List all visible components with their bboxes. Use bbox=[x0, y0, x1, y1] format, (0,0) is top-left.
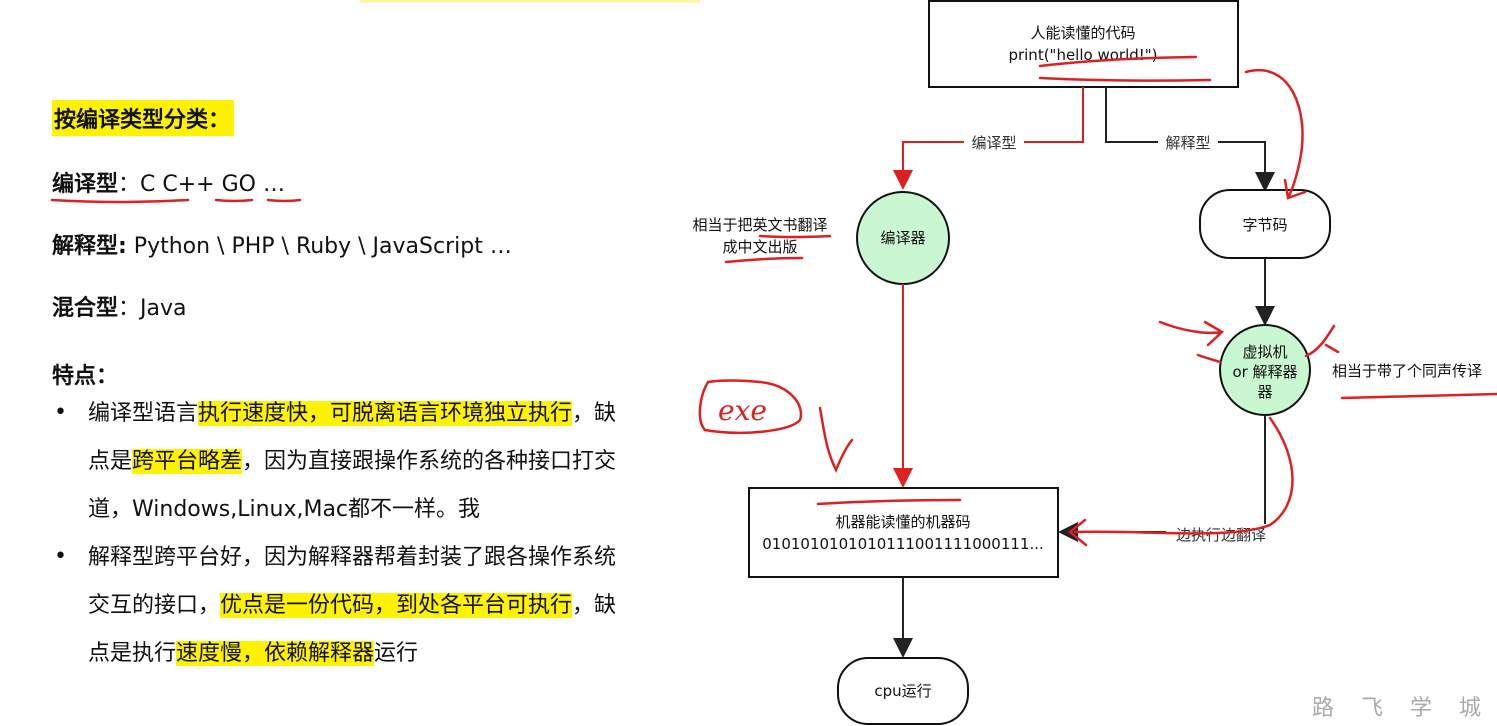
underline-compiled bbox=[50, 198, 190, 204]
check-machine-code bbox=[818, 406, 854, 474]
machine-code-title: 机器能读懂的机器码 bbox=[835, 513, 970, 531]
underline-compiler-note-1 bbox=[758, 234, 832, 239]
compiler-note-1: 相当于把英文书翻译 bbox=[692, 216, 827, 234]
watermark: 路 飞 学 城 bbox=[1312, 696, 1491, 721]
edge-compile-label: 编译型 bbox=[971, 134, 1016, 152]
handwritten-exe: exe bbox=[718, 394, 767, 427]
compiler-note-2: 成中文出版 bbox=[722, 238, 797, 256]
source-code-box bbox=[928, 0, 1239, 88]
bytecode-label: 字节码 bbox=[1242, 216, 1287, 234]
handwritten-annotations bbox=[50, 55, 1497, 547]
edge-vm-to-machine bbox=[1058, 415, 1266, 542]
underline-vm-note bbox=[1340, 392, 1497, 400]
vm-label-2: or 解释器 bbox=[1232, 363, 1297, 381]
cpu-label: cpu运行 bbox=[874, 682, 931, 700]
vm-note: 相当于带了个同声传译 bbox=[1332, 362, 1482, 380]
check-vm-right bbox=[1304, 324, 1340, 358]
underline-compiler-note-2 bbox=[724, 256, 804, 264]
vm-label-3: 器 bbox=[1257, 383, 1272, 401]
edge-interpret-label: 解释型 bbox=[1165, 134, 1210, 152]
compiler-label: 编译器 bbox=[880, 229, 925, 247]
machine-code-sample: 0101010101010111001111000111... bbox=[762, 535, 1044, 553]
flow-diagram: 人能读懂的代码 print("hello world!") 编译型 解释型 编译… bbox=[50, 0, 1497, 725]
arrow-to-bytecode bbox=[1244, 69, 1307, 200]
source-code-title: 人能读懂的代码 bbox=[1030, 24, 1135, 42]
underline-cpp-go bbox=[214, 198, 302, 203]
vm-label-1: 虚拟机 bbox=[1242, 343, 1287, 361]
arrow-to-vm-left bbox=[1158, 320, 1225, 364]
